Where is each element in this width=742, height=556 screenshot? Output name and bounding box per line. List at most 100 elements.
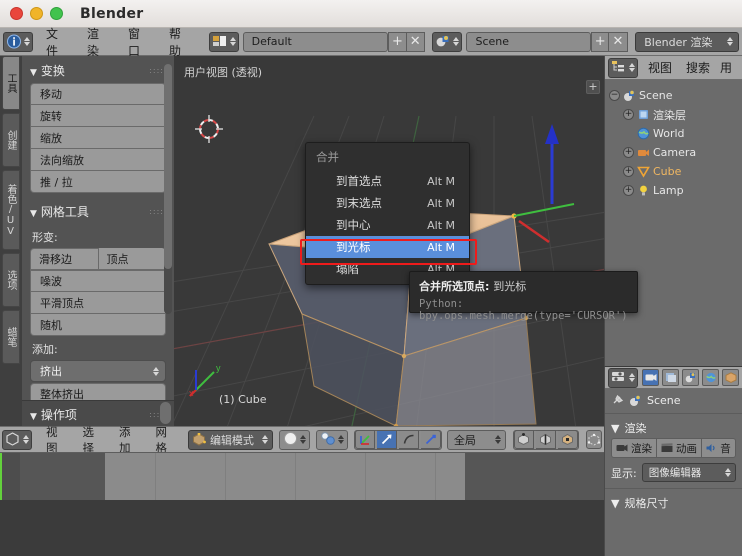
outliner-row-cube[interactable]: + Cube <box>609 162 738 181</box>
delete-scene-button[interactable]: ✕ <box>609 31 628 52</box>
outliner-editor-type-selector[interactable] <box>608 57 638 78</box>
screen-layout-icon-box[interactable] <box>208 31 239 52</box>
display-mode-spinner-icon[interactable] <box>725 468 731 477</box>
expander-icon[interactable]: + <box>623 147 634 158</box>
properties-tab-scene[interactable] <box>682 369 699 386</box>
pivot-spinner-icon[interactable] <box>337 435 344 444</box>
menu-file[interactable]: 文件 <box>37 23 78 61</box>
tool-smooth-vertex[interactable]: 平滑顶点 <box>30 292 166 314</box>
panel-header-mesh-tools[interactable]: ▼ 网格工具 :::: <box>22 193 174 224</box>
panel-header-render[interactable]: ▼ 渲染 <box>605 415 742 438</box>
menu-render[interactable]: 渲染 <box>78 23 119 61</box>
tab-options[interactable]: 选项 <box>2 253 20 307</box>
tab-create[interactable]: 创建 <box>2 113 20 167</box>
scene-spinner-icon[interactable] <box>453 37 460 46</box>
tab-grease-pencil[interactable]: 蜡笔 <box>2 310 20 364</box>
properties-editor-spinner-icon[interactable] <box>629 373 635 382</box>
toolshelf-scrollbar[interactable] <box>164 64 172 314</box>
delete-screen-layout-button[interactable]: ✕ <box>406 31 425 52</box>
scene-icon-box[interactable] <box>432 31 463 52</box>
vertex-select-button[interactable] <box>513 430 534 449</box>
manipulator-toggle-button[interactable] <box>354 430 375 449</box>
face-select-button[interactable] <box>557 430 578 449</box>
add-screen-layout-button[interactable]: + <box>388 31 407 52</box>
outliner-row-camera[interactable]: + Camera <box>609 143 738 162</box>
scene-field[interactable]: Scene <box>466 31 592 52</box>
properties-editor-type-selector[interactable] <box>608 367 638 388</box>
outliner-menu-search[interactable]: 搜索 <box>680 57 716 78</box>
viewport-editor-spinner-icon[interactable] <box>23 435 29 444</box>
expander-icon[interactable]: + <box>623 185 634 196</box>
outliner-menu-extra[interactable]: 用 <box>718 57 734 78</box>
tab-tools[interactable]: 工具 <box>2 56 20 110</box>
outliner-row-lamp[interactable]: + Lamp <box>609 181 738 200</box>
editor-type-selector-info[interactable] <box>3 31 33 52</box>
edge-select-button[interactable] <box>535 430 556 449</box>
timeline-body[interactable] <box>0 453 604 500</box>
outliner-row-world[interactable]: World <box>609 124 738 143</box>
tab-shading-uv[interactable]: 着色/UV <box>2 170 20 250</box>
rotate-manipulator-button[interactable] <box>398 430 419 449</box>
scale-manipulator-button[interactable] <box>420 430 441 449</box>
render-engine-spinner-icon[interactable] <box>726 37 733 46</box>
interaction-mode-spinner-icon[interactable] <box>262 435 269 444</box>
viewport-toolbar-expand-button[interactable]: + <box>586 80 600 94</box>
tool-push-pull[interactable]: 推 / 拉 <box>30 171 166 193</box>
window-controls[interactable] <box>0 7 63 20</box>
add-scene-button[interactable]: + <box>591 31 610 52</box>
render-engine-select[interactable]: Blender 渲染 <box>635 31 739 52</box>
outliner-menu-view[interactable]: 视图 <box>642 57 678 78</box>
merge-item-at-first[interactable]: 到首选点 Alt M <box>306 170 469 192</box>
tool-scale[interactable]: 缩放 <box>30 127 166 149</box>
occlude-geometry-button[interactable] <box>585 430 602 449</box>
properties-tab-world[interactable] <box>702 369 719 386</box>
expander-icon[interactable]: + <box>623 166 634 177</box>
tool-rotate[interactable]: 旋转 <box>30 105 166 127</box>
tool-vertex-slide[interactable]: 顶点 <box>98 248 166 270</box>
tool-move[interactable]: 移动 <box>30 83 166 105</box>
tool-noise[interactable]: 噪波 <box>30 270 166 292</box>
render-audio-button[interactable]: 音 <box>702 438 736 458</box>
tool-extrude-dropdown[interactable]: 挤出 <box>30 360 166 382</box>
shading-mode-spinner-icon[interactable] <box>299 435 306 444</box>
interaction-mode-select[interactable]: 编辑模式 <box>187 429 274 450</box>
tool-edge-slide[interactable]: 滑移边 <box>30 248 99 270</box>
shading-mode-select[interactable] <box>279 429 310 450</box>
properties-tab-render[interactable] <box>642 369 659 386</box>
outliner-row-scene[interactable]: − Scene <box>609 86 738 105</box>
properties-tab-renderlayers[interactable] <box>662 369 679 386</box>
tool-shrink-fatten[interactable]: 法向缩放 <box>30 149 166 171</box>
translate-manipulator-button[interactable] <box>376 430 397 449</box>
display-mode-select[interactable]: 图像编辑器 <box>641 463 736 482</box>
timeline-editor[interactable] <box>0 452 604 500</box>
orientation-spinner-icon[interactable] <box>494 435 501 444</box>
pivot-point-select[interactable] <box>315 429 348 450</box>
merge-item-at-last[interactable]: 到末选点 Alt M <box>306 192 469 214</box>
viewport-editor-type-selector[interactable] <box>2 429 32 450</box>
properties-tab-object[interactable] <box>722 369 739 386</box>
screen-layout-field[interactable]: Default <box>242 31 389 52</box>
screen-layout-spinner-icon[interactable] <box>229 37 236 46</box>
merge-item-at-center[interactable]: 到中心 Alt M <box>306 214 469 236</box>
menu-help[interactable]: 帮助 <box>160 23 201 61</box>
tool-randomize[interactable]: 随机 <box>30 314 166 336</box>
render-image-button[interactable]: 渲染 <box>611 438 657 458</box>
panel-header-transform[interactable]: ▼ 变换 :::: <box>22 56 174 83</box>
timeline-playhead[interactable] <box>0 453 2 500</box>
pin-icon[interactable] <box>611 394 624 407</box>
extrude-spinner-icon[interactable] <box>153 366 159 376</box>
menu-window[interactable]: 窗口 <box>119 23 160 61</box>
transform-orientation-select[interactable]: 全局 <box>446 429 506 450</box>
expander-icon[interactable]: + <box>623 109 634 120</box>
outliner-row-renderlayer[interactable]: + 渲染层 <box>609 105 738 124</box>
merge-item-at-cursor[interactable]: 到光标 Alt M <box>306 236 469 258</box>
close-window-icon[interactable] <box>10 7 23 20</box>
render-animation-button[interactable]: 动画 <box>657 438 702 458</box>
panel-header-dimensions[interactable]: ▼ 规格尺寸 <box>605 490 742 516</box>
expander-icon[interactable]: − <box>609 90 620 101</box>
outliner-editor-spinner-icon[interactable] <box>629 63 635 72</box>
maximize-window-icon[interactable] <box>50 7 63 20</box>
editor-type-spinner-icon[interactable] <box>24 37 30 46</box>
merge-context-menu[interactable]: 合并 到首选点 Alt M 到末选点 Alt M 到中心 Alt M 到光标 A… <box>300 142 477 285</box>
properties-breadcrumb[interactable]: Scene <box>605 389 742 412</box>
